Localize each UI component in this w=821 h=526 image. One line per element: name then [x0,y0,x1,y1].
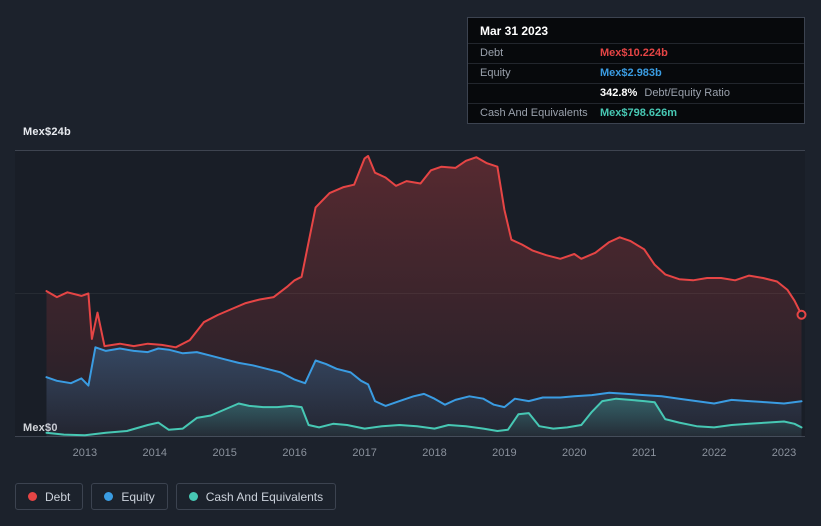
tooltip-ratio-text: Debt/Equity Ratio [644,87,730,99]
x-axis-label: 2017 [352,447,377,459]
legend-item-debt[interactable]: Debt [15,483,84,510]
plot-area[interactable] [15,150,807,437]
chart-tooltip: Mar 31 2023 Debt Mex$10.224b Equity Mex$… [467,17,805,124]
legend-item-equity[interactable]: Equity [91,483,168,510]
tooltip-equity-row: Equity Mex$2.983b [468,63,804,83]
tooltip-debt-row: Debt Mex$10.224b [468,43,804,63]
debt-equity-history-chart: Mar 31 2023 Debt Mex$10.224b Equity Mex$… [0,0,821,526]
tooltip-ratio-row: 342.8% Debt/Equity Ratio [468,83,804,103]
x-axis-label: 2018 [422,447,447,459]
tooltip-equity-label: Equity [480,67,511,79]
timeseries-chart-svg[interactable] [15,150,807,437]
x-axis-label: 2020 [562,447,587,459]
y-axis-label-top: Mex$24b [23,126,71,138]
x-axis-label: 2013 [72,447,98,459]
tooltip-cash-value: Mex$798.626m [600,107,678,119]
tooltip-date: Mar 31 2023 [480,24,549,38]
tooltip-ratio-pct: 342.8% [600,87,638,99]
tooltip-cash-label: Cash And Equivalents [480,107,588,119]
x-axis-label: 2021 [631,447,657,459]
x-axis: 2013 2014 2015 2016 2017 2018 2019 2020 2021 2022… [15,447,805,461]
tooltip-debt-label: Debt [480,47,504,59]
chart-legend: Debt Equity Cash And Equivalents [15,483,337,510]
x-axis-label: 2014 [142,447,168,459]
x-axis-label: 2016 [282,447,307,459]
legend-cash-label: Cash And Equivalents [205,489,324,504]
x-axis-label: 2019 [492,447,517,459]
legend-equity-label: Equity [121,489,155,504]
tooltip-equity-value: Mex$2.983b [600,67,662,79]
tooltip-ratio-value: 342.8% Debt/Equity Ratio [600,87,730,99]
x-axis-label: 2022 [701,447,727,459]
x-axis-label: 2023 [771,447,797,459]
legend-item-cash[interactable]: Cash And Equivalents [175,483,337,510]
debt-series-dot-icon [28,492,37,501]
tooltip-cash-row: Cash And Equivalents Mex$798.626m [468,103,804,123]
legend-debt-label: Debt [45,489,71,504]
debt-endpoint-marker [796,309,807,320]
equity-series-dot-icon [104,492,114,501]
x-axis-label: 2015 [212,447,237,459]
cash-series-dot-icon [188,492,198,501]
tooltip-debt-value: Mex$10.224b [600,47,668,59]
